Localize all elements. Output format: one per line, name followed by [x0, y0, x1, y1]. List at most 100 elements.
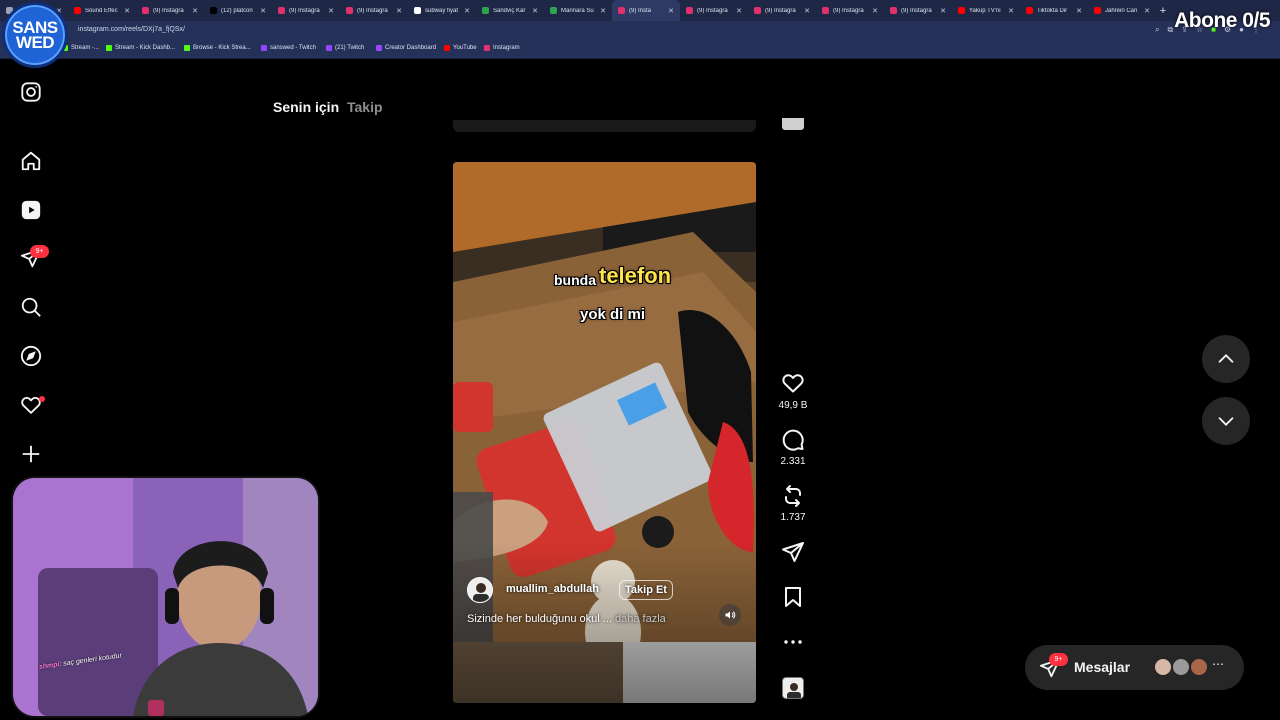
- follow-button[interactable]: Takip Et: [619, 580, 673, 600]
- bookmark-item[interactable]: Instagram: [484, 45, 520, 51]
- browser-tab[interactable]: (9) Instagra ✕: [340, 0, 408, 21]
- repost-icon[interactable]: [781, 484, 805, 508]
- address-bar[interactable]: instagram.com/reels/DXj7a_fjQSx/ ⌕ ⧉ ⇪ ☆…: [0, 21, 1280, 41]
- browser-tab[interactable]: Sandviç Kar ✕: [476, 0, 544, 21]
- more-options-icon[interactable]: [781, 630, 805, 654]
- bookmark-item[interactable]: Creator Dashboard: [376, 45, 436, 51]
- tab-label: (9) Instagra: [765, 7, 796, 14]
- chevron-up-icon: [1218, 354, 1234, 363]
- like-count: 49,9 B: [778, 400, 808, 411]
- browser-tab-strip: ✕ Sound Effec ✕ (9) Instagra ✕ (12) platcon ✕(…: [0, 0, 1280, 21]
- browser-tab[interactable]: Jahrein Can ✕: [1088, 0, 1156, 21]
- tab-label: (9) Instagra: [833, 7, 864, 14]
- bookmark-item[interactable]: sanswed - Twitch: [261, 45, 316, 51]
- reel-video[interactable]: bunda telefon yok di mi muallim_abdullah…: [453, 162, 756, 703]
- reel-caption-word: bunda: [554, 272, 596, 288]
- bookmark-item[interactable]: Browse - Kick Strea...: [184, 45, 251, 51]
- bookmark-favicon-icon: [484, 45, 490, 51]
- tab-close-icon[interactable]: ✕: [464, 7, 470, 15]
- tab-favicon-icon: [142, 7, 149, 14]
- tab-close-icon[interactable]: ✕: [328, 7, 334, 15]
- bookmark-item[interactable]: Stream - Kick Dashb...: [106, 45, 175, 51]
- tab-following[interactable]: Takip: [347, 99, 383, 115]
- tab-close-icon[interactable]: ✕: [940, 7, 946, 15]
- next-reel-button[interactable]: [1202, 397, 1250, 445]
- zoom-icon[interactable]: ⌕: [1155, 25, 1159, 35]
- tab-close-icon[interactable]: ✕: [872, 7, 878, 15]
- browser-tab[interactable]: Tiktokta Dir ✕: [1020, 0, 1088, 21]
- more-link[interactable]: daha fazla: [615, 613, 666, 625]
- tab-favicon-icon: [822, 7, 829, 14]
- search-icon[interactable]: [20, 296, 42, 318]
- tab-close-icon[interactable]: ✕: [192, 7, 198, 15]
- tab-for-you[interactable]: Senin için: [273, 99, 339, 115]
- bookmark-label: Instagram: [493, 45, 520, 51]
- browser-tab[interactable]: (9) Instagra ✕: [884, 0, 952, 21]
- new-tab-button[interactable]: +: [1156, 5, 1170, 17]
- comment-count: 2.331: [780, 456, 806, 467]
- tab-close-icon[interactable]: ✕: [396, 7, 402, 15]
- reels-icon[interactable]: [20, 199, 42, 221]
- previous-audio-thumbnail: [782, 118, 804, 130]
- share-icon[interactable]: [781, 540, 805, 564]
- bookmark-label: Creator Dashboard: [385, 45, 437, 51]
- bookmark-label: (21) Twitch: [335, 45, 365, 51]
- browser-tab[interactable]: Yakup TV'ni ✕: [952, 0, 1020, 21]
- comment-icon[interactable]: [781, 428, 805, 452]
- browser-tab[interactable]: (9) Insta ✕: [612, 0, 680, 21]
- bookmark-favicon-icon: [444, 45, 450, 51]
- mute-button[interactable]: [719, 604, 741, 626]
- tab-close-icon[interactable]: ✕: [1076, 7, 1082, 15]
- previous-reel-button[interactable]: [1202, 335, 1250, 383]
- bookmark-favicon-icon: [184, 45, 190, 51]
- browser-tab[interactable]: (9) Instagra ✕: [136, 0, 204, 21]
- tab-close-icon[interactable]: ✕: [736, 7, 742, 15]
- save-icon[interactable]: [781, 585, 805, 609]
- browser-tab[interactable]: Marinara Su ✕: [544, 0, 612, 21]
- tab-label: (9) Instagra: [153, 7, 184, 14]
- bookmark-item[interactable]: (21) Twitch: [326, 45, 364, 51]
- more-icon: ⋯: [1212, 657, 1224, 671]
- tab-label: Sound Effec: [85, 7, 118, 14]
- tab-close-icon[interactable]: ✕: [600, 7, 606, 15]
- tab-close-icon[interactable]: ✕: [668, 7, 674, 15]
- instagram-logo-icon[interactable]: [20, 81, 42, 103]
- browser-tab[interactable]: (9) Instagra ✕: [748, 0, 816, 21]
- reel-author-username[interactable]: muallim_abdullah: [506, 583, 599, 595]
- previous-reel-edge: [453, 120, 756, 132]
- browser-tab[interactable]: (9) Instagra ✕: [680, 0, 748, 21]
- messages-button[interactable]: 9+ Mesajlar ⋯: [1025, 645, 1244, 690]
- tab-label: Yakup TV'ni: [969, 7, 1001, 14]
- tab-close-icon[interactable]: ✕: [804, 7, 810, 15]
- tab-close-icon[interactable]: ✕: [532, 7, 538, 15]
- messages-label: Mesajlar: [1074, 659, 1131, 675]
- bookmark-item[interactable]: Stream -...: [62, 45, 99, 51]
- browser-tab[interactable]: (9) Instagra ✕: [816, 0, 884, 21]
- browser-tab[interactable]: subway fiyat ✕: [408, 0, 476, 21]
- browser-tab[interactable]: Sound Effec ✕: [68, 0, 136, 21]
- tab-close-icon[interactable]: ✕: [124, 7, 130, 15]
- bookmark-item[interactable]: YouTube: [444, 45, 477, 51]
- tab-favicon-icon: [754, 7, 761, 14]
- bookmark-label: Stream - Kick Dashb...: [115, 45, 176, 51]
- bookmark-label: Stream -...: [71, 45, 100, 51]
- tab-close-icon[interactable]: ✕: [1144, 7, 1150, 15]
- avatar: [1153, 657, 1173, 677]
- tab-close-icon[interactable]: ✕: [260, 7, 266, 15]
- install-icon[interactable]: ⧉: [1168, 25, 1174, 35]
- explore-icon[interactable]: [20, 345, 42, 367]
- browser-tab[interactable]: (12) platcon ✕: [204, 0, 272, 21]
- url-text[interactable]: instagram.com/reels/DXj7a_fjQSx/: [78, 26, 185, 33]
- bookmark-favicon-icon: [106, 45, 112, 51]
- home-icon[interactable]: [20, 150, 42, 172]
- like-icon[interactable]: [781, 371, 805, 395]
- browser-tab[interactable]: (9) Instagra ✕: [272, 0, 340, 21]
- reel-description[interactable]: Sizinde her bulduğunu okul ... daha fazl…: [467, 613, 666, 625]
- tab-close-icon[interactable]: ✕: [1008, 7, 1014, 15]
- create-icon[interactable]: [20, 443, 42, 465]
- tab-favicon-icon: [550, 7, 557, 14]
- reel-author-avatar[interactable]: [467, 577, 493, 603]
- audio-thumbnail[interactable]: [782, 677, 804, 699]
- bookmarks-bar: Stream -... Stream - Kick Dashb... Browse …: [0, 41, 1280, 59]
- tab-favicon-icon: [278, 7, 285, 14]
